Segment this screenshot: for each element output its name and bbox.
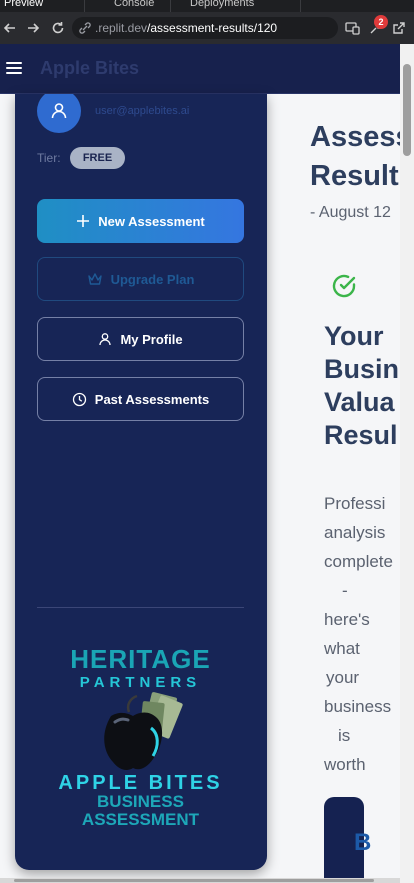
app-title: Apple Bites [40,58,140,78]
menu-icon-bar [6,67,22,69]
link-icon [79,22,91,34]
button-label: Past Assessments [94,391,210,407]
button-label: New Assessment [98,213,205,229]
past-assessments-button[interactable]: Past Assessments [37,377,244,421]
page-title-line: Assess [310,121,400,153]
description-line: worth [324,755,366,774]
heading-line: Valua [324,387,395,417]
notification-badge: 2 [374,15,388,29]
results-heading: Your Busin Valua Resul [324,320,400,452]
tab-separator [300,0,301,12]
description-line: complete [324,552,393,571]
heading-line: Your [324,321,384,351]
plus-icon [77,215,90,227]
crown-icon [87,273,102,285]
tab-label: Console [114,0,155,9]
tab-console[interactable]: Console [114,0,154,12]
valuation-card: B [324,797,371,883]
my-profile-button[interactable]: My Profile [37,317,244,361]
forward-button[interactable] [23,18,43,38]
user-icon [51,103,67,119]
devices-icon [344,21,360,35]
horizontal-scrollbar[interactable] [0,878,400,883]
check-circle-icon [332,274,356,298]
menu-icon-bar [6,62,22,64]
description-line: here's [324,610,370,629]
page-title-line: Result [310,160,399,192]
page-title: Assess Result [310,118,400,196]
menu-icon-bar [6,72,22,74]
description-line: is [338,726,351,745]
scrollbar-thumb[interactable] [14,879,374,882]
description-line: analysis [324,523,386,542]
back-button[interactable] [0,18,20,38]
url-input[interactable]: .replit.dev/assessment-results/120 [72,17,338,39]
description-line: - [342,581,348,600]
description-line: business [324,697,392,716]
browser-tabstrip: Preview Console Deployments [0,0,414,12]
user-icon [99,333,112,346]
apple-bites-logo: HERITAGE PARTNERS APPLE BITES BUSINESS A… [37,644,244,834]
tier-badge: FREE [70,147,125,169]
user-email: user@applebites.ai [95,105,190,117]
arrow-left-icon [3,23,15,33]
description-line: your [326,668,360,687]
external-link-icon [393,22,405,34]
clock-icon [72,392,86,406]
logo-text-partners: PARTNERS [79,674,202,691]
upgrade-plan-button[interactable]: Upgrade Plan [37,257,244,301]
devices-button[interactable] [343,19,361,37]
description-line: what [324,639,360,658]
vertical-scrollbar[interactable] [400,44,414,883]
tab-preview[interactable]: Preview [4,0,43,12]
assessment-date: - August 12 [310,204,391,221]
tier-label: Tier: [37,151,61,165]
tab-label: Preview [4,0,44,9]
apple-money-icon [104,692,183,770]
tab-separator [170,0,171,12]
logo-text-business: BUSINESS [97,792,184,811]
url-path: /assessment-results/120 [147,21,278,35]
tab-deployments[interactable]: Deployments [190,0,254,12]
tab-label: Deployments [190,0,255,9]
heading-line: Busin [324,354,400,384]
results-description: Professi analysis complete - here's what… [324,489,400,779]
open-new-tab-button[interactable] [390,19,408,37]
valuation-card-title: B [354,829,372,856]
browser-toolbar: .replit.dev/assessment-results/120 2 [0,12,414,44]
arrow-right-icon [28,23,40,33]
url-host: .replit.dev [95,21,148,35]
reload-button[interactable] [48,18,68,38]
heading-line: Resul [324,420,398,450]
logo-text-heritage: HERITAGE [70,644,211,674]
app-header: Apple Bites [0,44,414,94]
scrollbar-thumb[interactable] [403,64,411,156]
menu-button[interactable] [6,62,24,76]
sidebar-divider [37,607,244,608]
button-label: Upgrade Plan [110,271,195,287]
button-label: My Profile [120,331,183,347]
tab-separator [84,0,85,12]
avatar[interactable] [37,94,81,133]
new-assessment-button[interactable]: New Assessment [37,199,244,243]
reload-icon [52,22,64,34]
description-line: Professi [324,494,386,513]
sidebar-drawer: user@applebites.ai Tier: FREE New Assess… [15,94,267,870]
logo-text-assessment: ASSESSMENT [81,810,200,829]
